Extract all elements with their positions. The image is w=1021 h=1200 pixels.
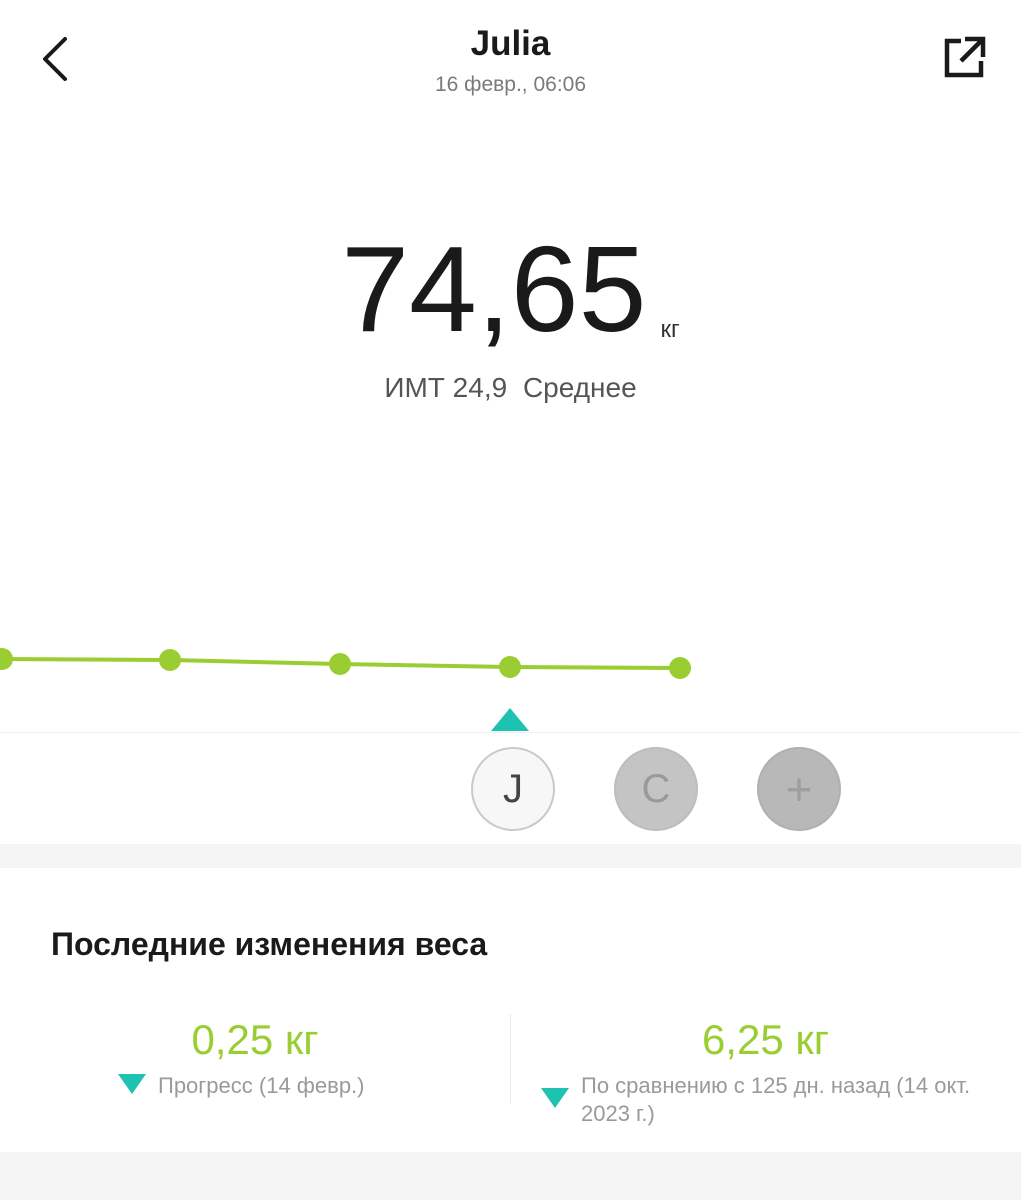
progress-stat: 0,25 кг Прогресс (14 февр.) xyxy=(0,1016,510,1100)
bmi-value: ИМТ 24,9 xyxy=(384,372,508,403)
bottom-separator xyxy=(0,1152,1021,1200)
progress-value: 0,25 кг xyxy=(191,1016,319,1063)
chart-point[interactable] xyxy=(329,653,351,675)
section-separator xyxy=(0,844,1021,868)
user-switcher: J C + xyxy=(0,732,1021,844)
measurement-datetime: 16 февр., 06:06 xyxy=(434,73,587,96)
weight-value: 74,65 xyxy=(341,221,647,357)
progress-label: Прогресс (14 февр.) xyxy=(158,1073,365,1098)
progress-description: Прогресс (14 февр.) xyxy=(0,1072,510,1100)
top-bar: Julia 16 февр., 06:06 xyxy=(0,0,1021,110)
weight-trend-chart[interactable] xyxy=(0,600,1021,740)
comparison-description: По сравнению с 125 дн. назад (14 окт. 20… xyxy=(510,1072,1021,1128)
bmi-line: ИМТ 24,9 Среднее xyxy=(0,372,1021,404)
comparison-label: По сравнению с 125 дн. назад (14 окт. 20… xyxy=(581,1073,971,1126)
section-title: Последние изменения веса xyxy=(51,926,488,962)
chart-point[interactable] xyxy=(0,648,13,670)
comparison-value: 6,25 кг xyxy=(701,1016,830,1063)
selected-point-marker xyxy=(491,708,529,731)
weight-display: 74,65 кг xyxy=(0,228,1021,350)
chart-point[interactable] xyxy=(159,649,181,671)
decrease-triangle-icon xyxy=(541,1088,569,1108)
user-avatar-j[interactable]: J xyxy=(471,747,555,831)
recent-weight-changes: Последние изменения веса 0,25 кг Прогрес… xyxy=(0,868,1021,1152)
weight-unit: кг xyxy=(660,316,680,343)
share-icon xyxy=(944,36,986,78)
page-title: Julia xyxy=(470,24,551,63)
decrease-triangle-icon xyxy=(118,1074,146,1094)
comparison-stat: 6,25 кг По сравнению с 125 дн. назад (14… xyxy=(510,1016,1021,1128)
user-avatar-c[interactable]: C xyxy=(614,747,698,831)
bmi-status: Среднее xyxy=(522,372,637,403)
share-button[interactable] xyxy=(934,30,994,86)
add-user-button[interactable]: + xyxy=(757,747,841,831)
chart-point[interactable] xyxy=(499,656,521,678)
chart-point[interactable] xyxy=(669,657,691,679)
